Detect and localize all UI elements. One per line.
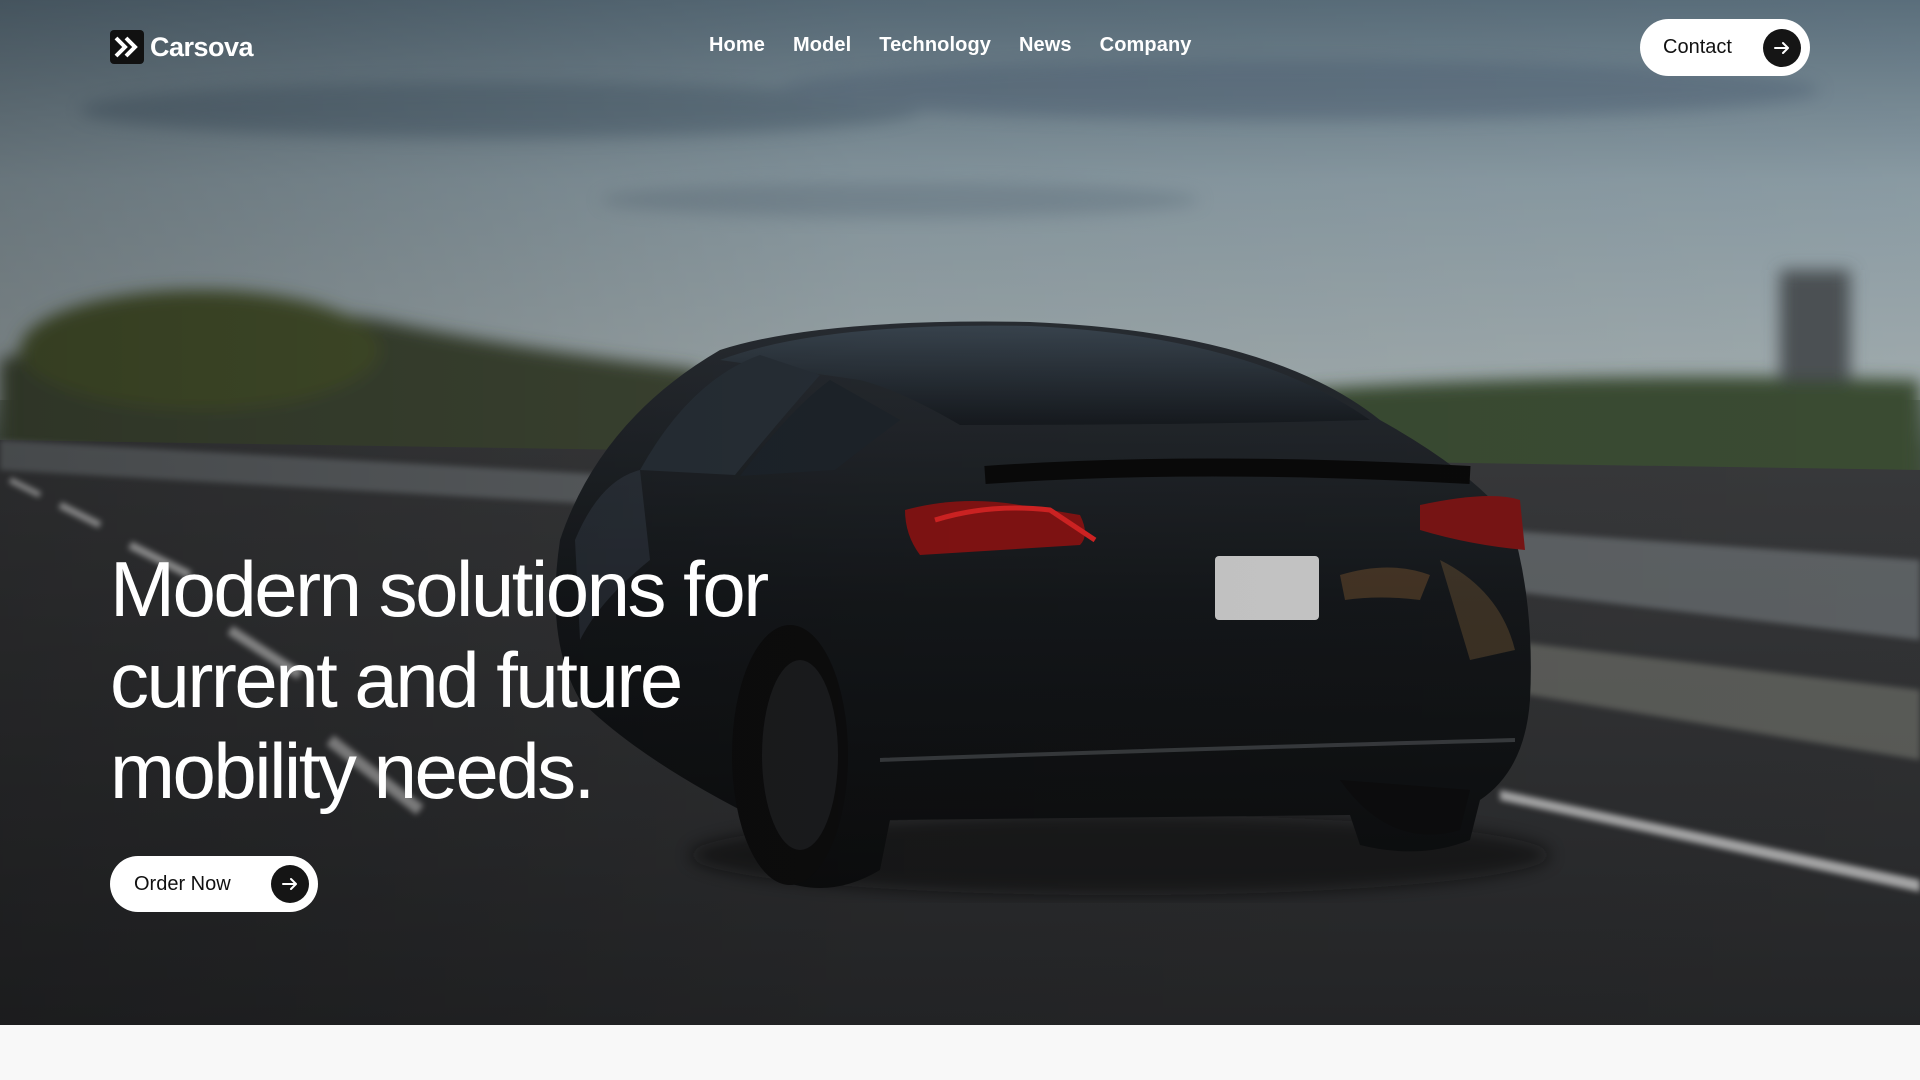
hero-headline: Modern solutions for current and future … [110,545,769,815]
contact-button-label: Contact [1663,36,1732,58]
contact-button[interactable]: Contact [1640,19,1810,76]
double-chevron-right-icon [110,30,144,64]
nav-item-technology[interactable]: Technology [879,34,991,57]
brand-logo[interactable]: Carsova [110,30,254,64]
nav-item-news[interactable]: News [1019,34,1072,57]
arrow-right-icon [1763,29,1801,67]
order-now-button-label: Order Now [134,872,231,895]
main-nav: Home Model Technology News Company [709,34,1191,57]
nav-item-home[interactable]: Home [709,34,765,57]
hero-section: Carsova Home Model Technology News Compa… [0,0,1920,1025]
nav-item-company[interactable]: Company [1100,34,1192,57]
brand-name: Carsova [150,31,254,62]
next-section [0,1025,1920,1080]
order-now-button[interactable]: Order Now [110,856,318,912]
nav-item-model[interactable]: Model [793,34,851,57]
arrow-right-icon [271,865,309,903]
